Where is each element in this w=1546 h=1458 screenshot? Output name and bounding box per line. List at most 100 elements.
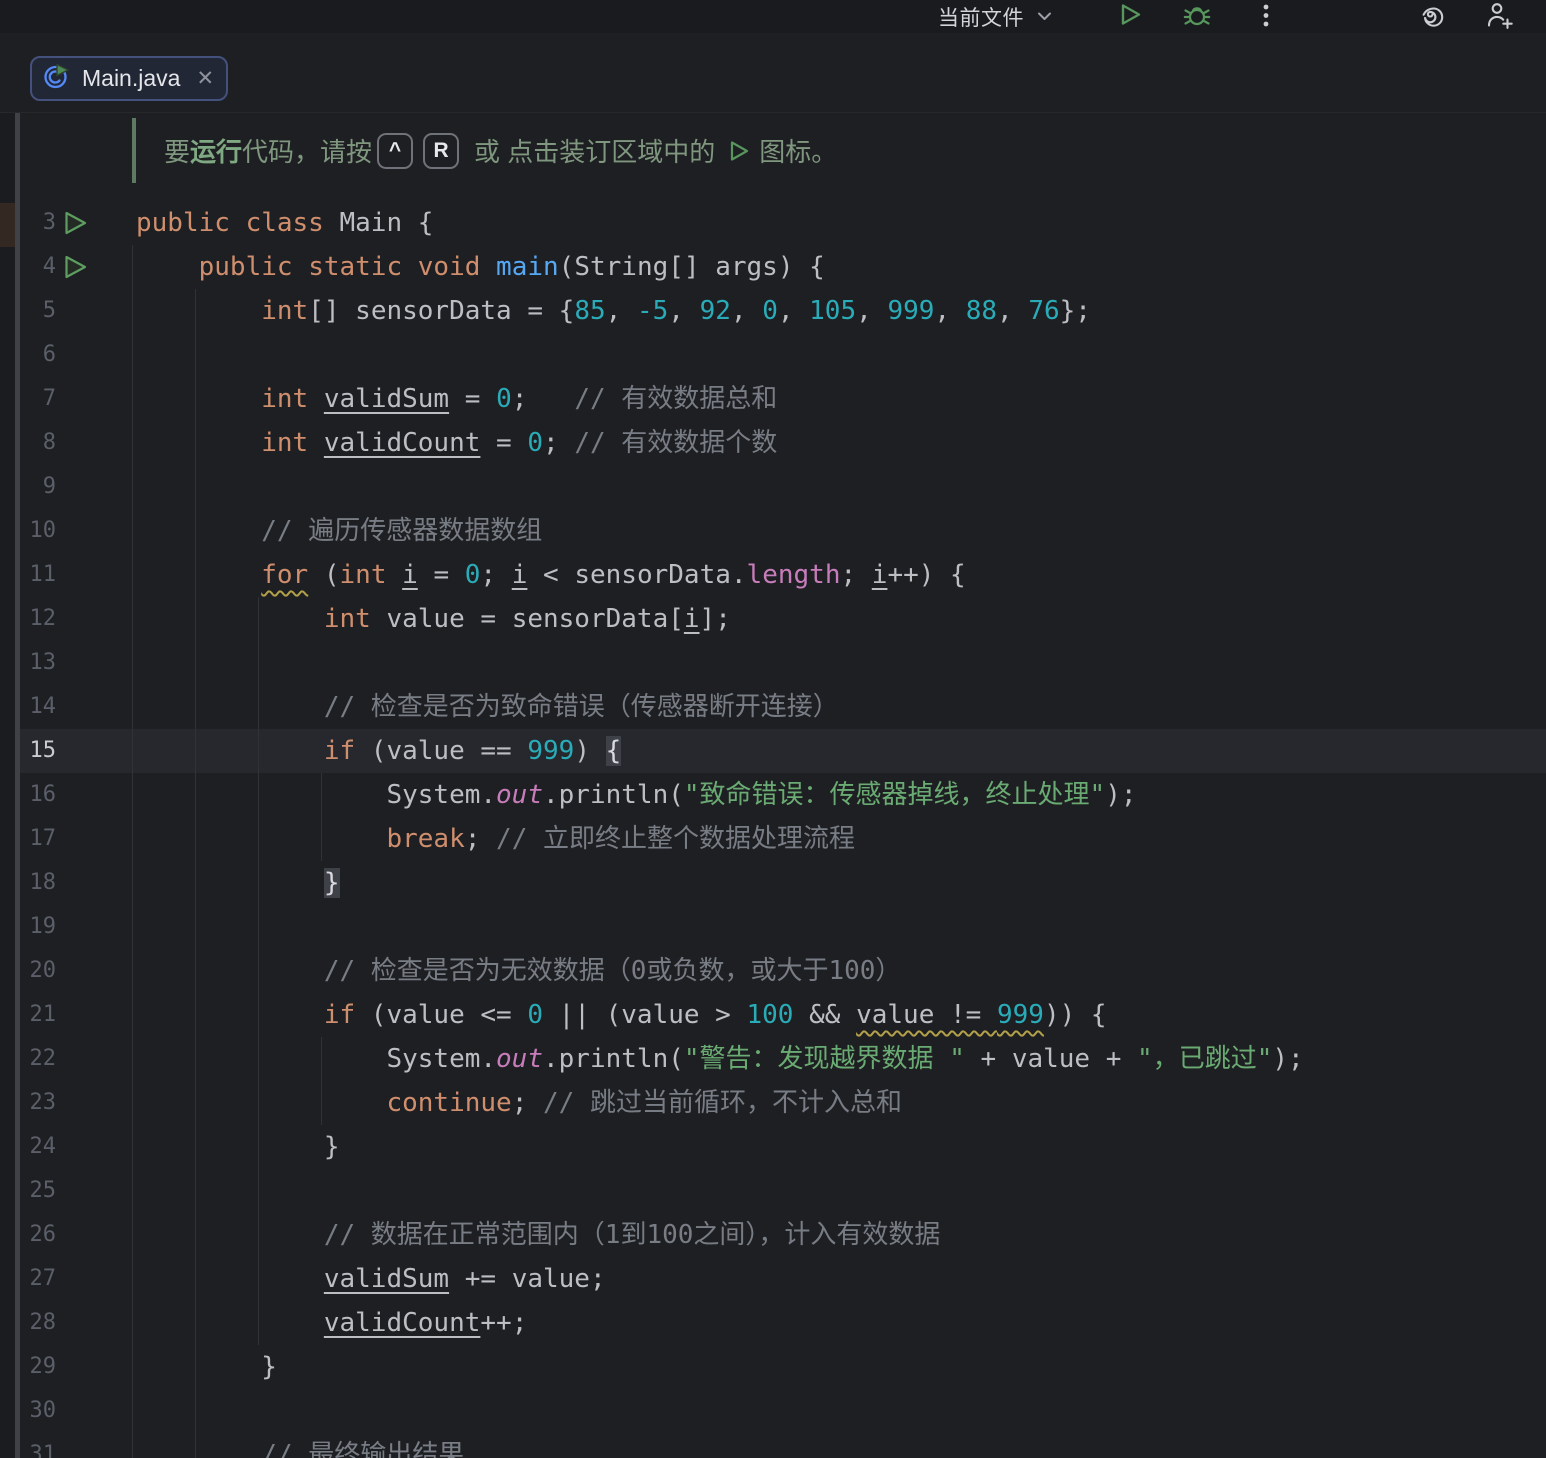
code-text: int validCount = 0; // 有效数据个数 (136, 421, 777, 465)
ctrl-keycap: ^ (377, 133, 413, 169)
gutter[interactable]: 12 (0, 597, 136, 641)
code-token: } (261, 1352, 277, 1382)
code-token: , (731, 296, 762, 326)
code-token: ; (543, 428, 574, 458)
code-line[interactable]: 19 (0, 905, 1546, 949)
gutter[interactable]: 29 (0, 1345, 136, 1389)
code-token: 0 (527, 1000, 543, 1030)
gutter[interactable]: 5 (0, 289, 136, 333)
code-line[interactable]: 27 validSum += value; (0, 1257, 1546, 1301)
gutter[interactable]: 21 (0, 993, 136, 1037)
code-token: } (324, 1132, 340, 1162)
code-token: main (496, 252, 559, 282)
gutter[interactable]: 28 (0, 1301, 136, 1345)
code-token: = (480, 428, 527, 458)
code-token: // 检查是否为无效数据（0或负数，或大于100） (324, 956, 902, 986)
code-line[interactable]: 23 continue; // 跳过当前循环，不计入总和 (0, 1081, 1546, 1125)
gutter[interactable]: 31 (0, 1433, 136, 1458)
code-line[interactable]: 6 (0, 333, 1546, 377)
run-configuration-selector[interactable]: 当前文件 (938, 0, 1052, 33)
code-token: 0 (762, 296, 778, 326)
gutter[interactable]: 23 (0, 1081, 136, 1125)
code-line[interactable]: 7 int validSum = 0; // 有效数据总和 (0, 377, 1546, 421)
tab-close-icon[interactable]: ✕ (196, 68, 214, 89)
gutter[interactable]: 7 (0, 377, 136, 421)
code-line[interactable]: 15 if (value == 999) { (0, 729, 1546, 773)
ai-assistant-button[interactable] (1417, 3, 1445, 31)
gutter[interactable]: 6 (0, 333, 136, 377)
code-token: break (386, 824, 464, 854)
code-line[interactable]: 17 break; // 立即终止整个数据处理流程 (0, 817, 1546, 861)
code-text: } (136, 1345, 277, 1389)
code-line[interactable]: 9 (0, 465, 1546, 509)
gutter[interactable]: 27 (0, 1257, 136, 1301)
code-token (136, 1220, 324, 1250)
gutter[interactable]: 30 (0, 1389, 136, 1433)
gutter[interactable]: 15 (0, 729, 136, 773)
gutter[interactable]: 11 (0, 553, 136, 597)
code-line[interactable]: 21 if (value <= 0 || (value > 100 && val… (0, 993, 1546, 1037)
gutter[interactable]: 13 (0, 641, 136, 685)
run-gutter-icon[interactable] (62, 254, 88, 280)
code-line[interactable]: 11 for (int i = 0; i < sensorData.length… (0, 553, 1546, 597)
code-token: 0 (527, 428, 543, 458)
run-button[interactable] (1116, 3, 1144, 31)
code-token: if (324, 736, 355, 766)
code-token: "，已跳过" (1137, 1044, 1272, 1074)
ai-assistant-spiral-icon (1417, 1, 1445, 34)
gutter[interactable]: 9 (0, 465, 136, 509)
gutter[interactable]: 26 (0, 1213, 136, 1257)
code-token (136, 1044, 386, 1074)
code-token: // 数据在正常范围内（1到100之间），计入有效数据 (324, 1220, 941, 1250)
code-token: && (793, 1000, 856, 1030)
code-token (136, 560, 261, 590)
more-options-button[interactable] (1252, 3, 1280, 31)
code-line[interactable]: 3public class Main { (0, 201, 1546, 245)
code-token: 76 (1028, 296, 1059, 326)
r-keycap: R (423, 133, 459, 169)
code-line[interactable]: 18 } (0, 861, 1546, 905)
code-line[interactable]: 28 validCount++; (0, 1301, 1546, 1345)
gutter[interactable]: 14 (0, 685, 136, 729)
code-line[interactable]: 29 } (0, 1345, 1546, 1389)
stripe-marker (0, 203, 15, 247)
code-line[interactable]: 8 int validCount = 0; // 有效数据个数 (0, 421, 1546, 465)
code-token: = (449, 384, 496, 414)
gutter[interactable]: 19 (0, 905, 136, 949)
code-line[interactable]: 26 // 数据在正常范围内（1到100之间），计入有效数据 (0, 1213, 1546, 1257)
gutter[interactable]: 16 (0, 773, 136, 817)
code-token (136, 252, 199, 282)
code-line[interactable]: 5 int[] sensorData = {85, -5, 92, 0, 105… (0, 289, 1546, 333)
code-line[interactable]: 31 // 最终输出结果 (0, 1433, 1546, 1458)
run-gutter-icon[interactable] (62, 210, 88, 236)
code-line[interactable]: 24 } (0, 1125, 1546, 1169)
gutter[interactable]: 8 (0, 421, 136, 465)
code-text: if (value == 999) { (136, 729, 621, 773)
code-line[interactable]: 20 // 检查是否为无效数据（0或负数，或大于100） (0, 949, 1546, 993)
gutter[interactable]: 3 (0, 201, 136, 245)
gutter[interactable]: 24 (0, 1125, 136, 1169)
gutter[interactable]: 22 (0, 1037, 136, 1081)
code-line[interactable]: 12 int value = sensorData[i]; (0, 597, 1546, 641)
code-line[interactable]: 13 (0, 641, 1546, 685)
code-line[interactable]: 22 System.out.println("警告：发现越界数据 " + val… (0, 1037, 1546, 1081)
gutter[interactable]: 18 (0, 861, 136, 905)
code-line[interactable]: 25 (0, 1169, 1546, 1213)
gutter[interactable]: 10 (0, 509, 136, 553)
tab-main-java[interactable]: Main.java ✕ (30, 56, 228, 101)
panel-splitter[interactable] (15, 112, 20, 1458)
gutter[interactable]: 25 (0, 1169, 136, 1213)
gutter[interactable]: 4 (0, 245, 136, 289)
code-token: } (324, 868, 340, 898)
code-line[interactable]: 10 // 遍历传感器数据数组 (0, 509, 1546, 553)
code-line[interactable]: 4 public static void main(String[] args)… (0, 245, 1546, 289)
gutter[interactable]: 20 (0, 949, 136, 993)
code-line[interactable]: 16 System.out.println("致命错误：传感器掉线，终止处理")… (0, 773, 1546, 817)
gutter[interactable]: 17 (0, 817, 136, 861)
code-line[interactable]: 14 // 检查是否为致命错误（传感器断开连接） (0, 685, 1546, 729)
hint-text-post: 图标。 (759, 132, 837, 169)
code-text: // 检查是否为无效数据（0或负数，或大于100） (136, 949, 901, 993)
code-line[interactable]: 30 (0, 1389, 1546, 1433)
debug-button[interactable] (1183, 3, 1211, 31)
code-with-me-button[interactable] (1485, 3, 1513, 31)
